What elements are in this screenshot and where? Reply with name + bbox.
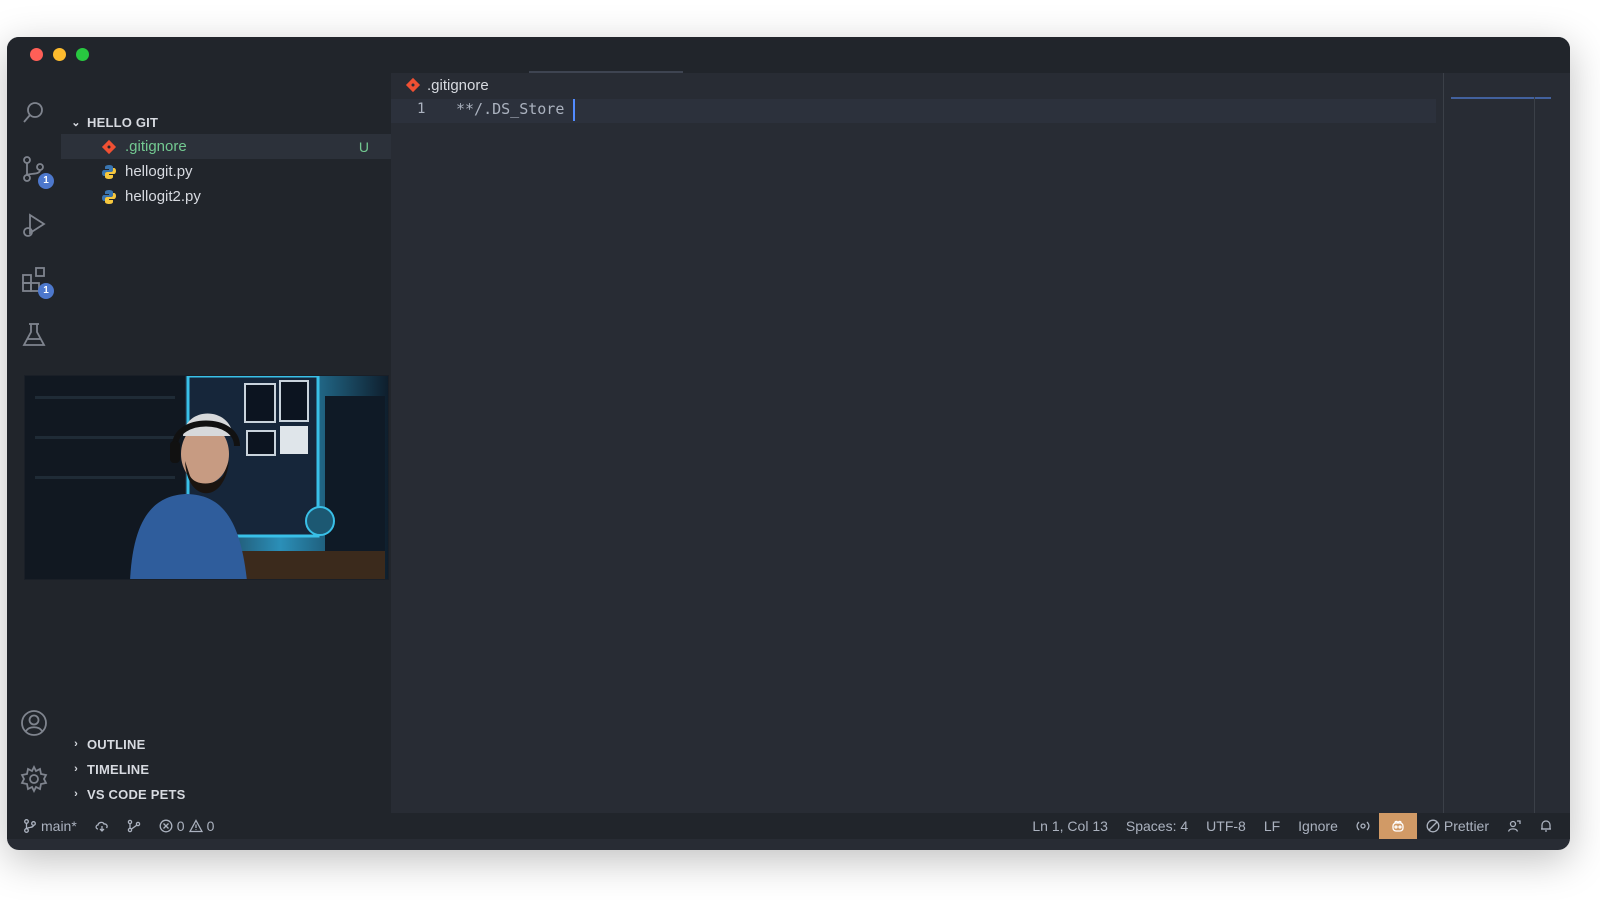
section-label: TIMELINE — [87, 761, 150, 777]
extensions-icon[interactable]: 1 — [20, 265, 54, 299]
file-item-hellogit[interactable]: hellogit.py — [61, 159, 391, 184]
copilot-icon — [1392, 820, 1404, 832]
git-icon — [405, 77, 421, 93]
notifications-button[interactable] — [1530, 813, 1562, 839]
close-window-button[interactable] — [30, 48, 43, 61]
problems-indicator[interactable]: 0 0 — [150, 813, 224, 839]
encoding-setting[interactable]: UTF-8 — [1197, 813, 1255, 839]
timeline-section-header[interactable]: › TIMELINE — [61, 758, 391, 780]
minimap-border — [1443, 73, 1444, 813]
python-icon — [102, 189, 116, 204]
scrollbar-track[interactable] — [1534, 97, 1535, 813]
branch-name: main* — [41, 818, 77, 834]
git-branch-icon — [24, 819, 36, 833]
live-share-button[interactable] — [1347, 813, 1379, 839]
source-control-badge: 1 — [38, 173, 54, 189]
section-label: OUTLINE — [87, 736, 146, 752]
sync-button[interactable] — [86, 813, 118, 839]
prettier-disabled-icon — [1426, 819, 1440, 833]
chevron-right-icon: › — [74, 788, 78, 800]
run-debug-icon[interactable] — [20, 211, 48, 239]
copilot-button[interactable] — [1378, 813, 1417, 839]
cursor-position[interactable]: Ln 1, Col 13 — [1023, 813, 1117, 839]
file-name: hellogit2.py — [125, 188, 201, 205]
breadcrumb-file-name[interactable]: .gitignore — [427, 77, 489, 94]
minimize-window-button[interactable] — [53, 48, 66, 61]
git-icon — [101, 139, 117, 154]
extensions-badge: 1 — [38, 283, 54, 299]
chevron-right-icon: › — [74, 763, 78, 775]
chevron-down-icon: ⌄ — [71, 116, 81, 129]
python-icon — [102, 164, 116, 179]
vscode-window: 1 1 ⌄ HELLO GIT .gitignore U hellogit.py… — [7, 37, 1570, 850]
folder-name: HELLO GIT — [87, 114, 159, 130]
untracked-status: U — [358, 138, 369, 155]
cloud-sync-icon — [95, 821, 108, 832]
warning-icon — [188, 819, 203, 833]
status-bar-right: Ln 1, Col 13 Spaces: 4 UTF-8 LF Ignore P… — [1023, 813, 1562, 839]
maximize-window-button[interactable] — [76, 48, 89, 61]
chevron-right-icon: › — [74, 738, 78, 750]
title-bar — [7, 37, 1570, 73]
folder-header[interactable]: ⌄ HELLO GIT — [61, 111, 391, 133]
minimap-slider[interactable] — [1451, 97, 1551, 99]
testing-flask-icon[interactable] — [20, 321, 48, 349]
outline-section-header[interactable]: › OUTLINE — [61, 733, 391, 755]
person-feedback-icon — [1507, 820, 1521, 832]
vscode-pets-section-header[interactable]: › VS CODE PETS — [61, 783, 391, 805]
indentation-setting[interactable]: Spaces: 4 — [1117, 813, 1197, 839]
accounts-feedback-button[interactable] — [1498, 813, 1530, 839]
error-count: 0 — [176, 818, 185, 834]
file-name: hellogit.py — [125, 163, 193, 180]
source-graph-icon — [127, 819, 141, 833]
webcam-overlay — [24, 375, 389, 580]
file-item-hellogit2[interactable]: hellogit2.py — [61, 184, 391, 209]
text-cursor — [573, 99, 575, 121]
formatter-label: Prettier — [1443, 818, 1489, 834]
language-mode[interactable]: Ignore — [1289, 813, 1347, 839]
code-line[interactable]: **/.DS_Store — [456, 100, 564, 118]
branch-graph-button[interactable] — [118, 813, 150, 839]
editor-breadcrumb: .gitignore — [391, 73, 1570, 97]
section-label: VS CODE PETS — [87, 786, 186, 802]
line-number: 1 — [417, 101, 426, 117]
line-ending-setting[interactable]: LF — [1255, 813, 1289, 839]
status-bar: main* 0 0 Ln 1, Col 13 Spaces: 4 UTF-8 L… — [7, 813, 1570, 839]
editor-area: .gitignore 1 **/.DS_Store — [391, 73, 1570, 813]
source-control-icon[interactable]: 1 — [20, 155, 54, 189]
file-name: .gitignore — [125, 138, 187, 155]
search-icon[interactable] — [20, 99, 48, 127]
bell-icon — [1541, 820, 1551, 832]
error-icon — [159, 819, 173, 833]
account-icon[interactable] — [20, 709, 48, 737]
warning-count: 0 — [206, 818, 215, 834]
gear-icon[interactable] — [20, 764, 48, 794]
webcam-feed-image — [25, 376, 388, 579]
broadcast-icon — [1356, 821, 1370, 831]
sidebar-collapsed-sections: › OUTLINE › TIMELINE › VS CODE PETS — [61, 733, 391, 813]
prettier-formatter[interactable]: Prettier — [1417, 813, 1498, 839]
file-item-gitignore[interactable]: .gitignore U — [61, 134, 391, 159]
branch-indicator[interactable]: main* — [7, 813, 86, 839]
